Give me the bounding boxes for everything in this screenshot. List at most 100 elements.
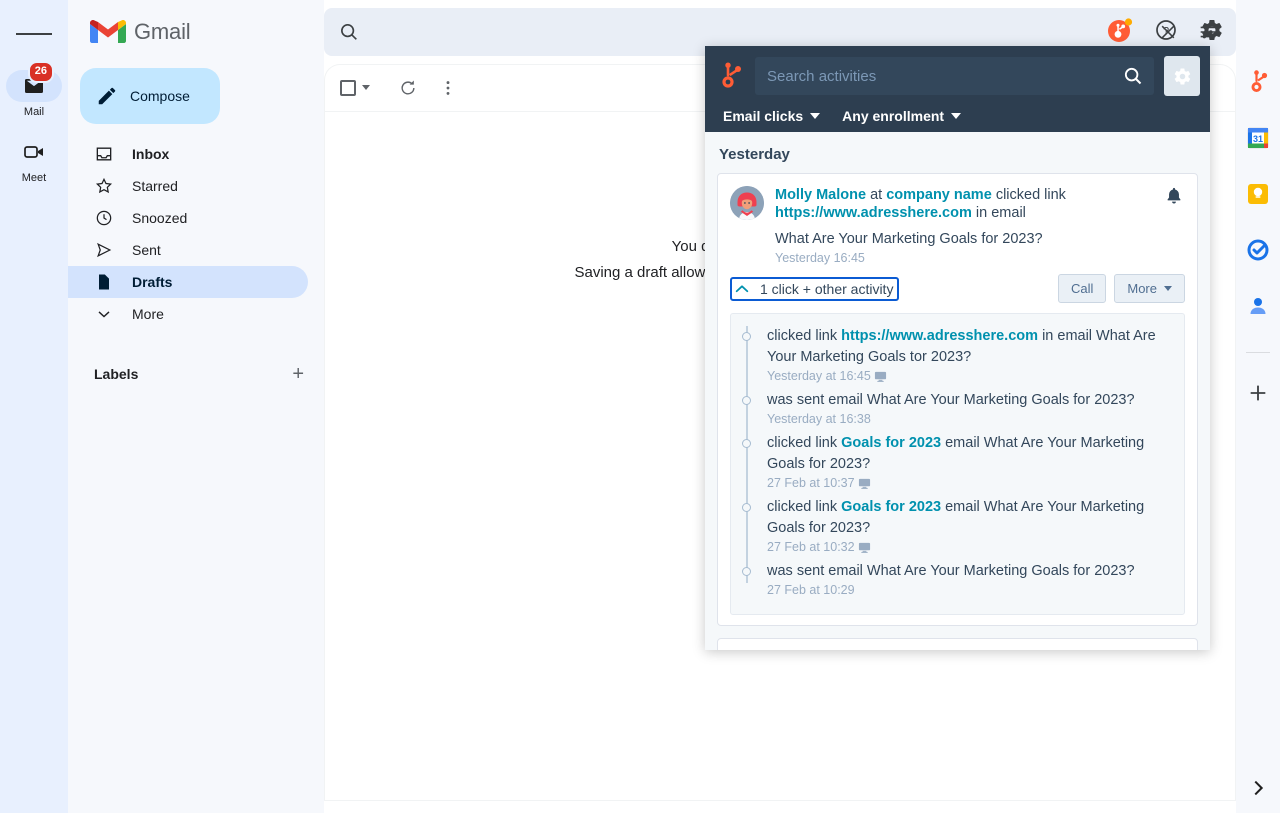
- sidebar-label-starred: Starred: [132, 178, 178, 194]
- activity-card-next-partial[interactable]: [717, 638, 1198, 650]
- sidebar-item-snoozed[interactable]: Snoozed: [68, 202, 308, 234]
- svg-text:?: ?: [1163, 26, 1169, 38]
- rail-app-label-mail: Mail: [23, 106, 45, 118]
- google-top-icons: ?: [1100, 10, 1232, 50]
- video-camera-icon: [24, 146, 43, 158]
- more-button[interactable]: More: [1114, 274, 1185, 303]
- day-group-label: Yesterday: [719, 146, 790, 163]
- timeline-meta: 27 Feb at 10:29: [767, 583, 1174, 597]
- hubspot-settings-button[interactable]: [1164, 56, 1200, 96]
- sidebar-item-more[interactable]: More: [68, 298, 308, 330]
- mail-unread-badge: 26: [27, 61, 54, 83]
- plus-icon[interactable]: +: [292, 364, 304, 384]
- expand-activity-toggle[interactable]: 1 click + other activity: [730, 276, 900, 301]
- filter-email-clicks[interactable]: Email clicks: [723, 108, 821, 124]
- filter-enrollment-label: Any enrollment: [842, 108, 945, 124]
- sidebar-item-drafts[interactable]: Drafts: [68, 266, 308, 298]
- headline-at: at: [870, 187, 883, 203]
- compose-button[interactable]: Compose: [80, 68, 220, 124]
- clock-icon: [96, 210, 112, 226]
- hubspot-sprocket-icon[interactable]: [1244, 68, 1272, 96]
- company-name-link[interactable]: company name: [886, 187, 992, 203]
- call-button[interactable]: Call: [1057, 274, 1107, 303]
- more-vertical-icon: [446, 80, 450, 95]
- select-all-checkbox[interactable]: [340, 79, 370, 96]
- search-input[interactable]: [374, 23, 1148, 41]
- hamburger-menu-icon[interactable]: [16, 16, 52, 52]
- timeline-meta: 27 Feb at 10:32: [767, 540, 1174, 554]
- timeline-link[interactable]: https://www.adresshere.com: [841, 328, 1038, 344]
- activities-search-input[interactable]: [767, 67, 1122, 85]
- sidebar-item-inbox[interactable]: Inbox: [68, 138, 308, 170]
- gmail-brand-text: Gmail: [134, 19, 191, 44]
- timeline-prefix: clicked link: [767, 499, 838, 515]
- contact-name-link[interactable]: Molly Malone: [775, 187, 866, 203]
- pencil-icon: [98, 87, 116, 105]
- search-icon[interactable]: [338, 21, 360, 43]
- svg-text:31: 31: [1253, 134, 1263, 144]
- rail-app-label-meet: Meet: [21, 172, 47, 184]
- timeline-text: was sent email What Are Your Marketing G…: [767, 390, 1174, 411]
- search-icon[interactable]: [1122, 65, 1144, 87]
- sidebar-item-starred[interactable]: Starred: [68, 170, 308, 202]
- more-options-button[interactable]: [428, 68, 468, 108]
- timeline-row: was sent email What Are Your Marketing G…: [741, 561, 1174, 604]
- timeline-text: was sent email What Are Your Marketing G…: [767, 561, 1174, 582]
- hubspot-activity-feed[interactable]: Yesterday Molly Malone at company name c…: [705, 132, 1210, 650]
- sidebar-item-sent[interactable]: Sent: [68, 234, 308, 266]
- expand-activity-label: 1 click + other activity: [760, 280, 894, 297]
- timeline-link[interactable]: Goals for 2023: [841, 435, 941, 451]
- hubspot-filter-row: Email clicks Any enrollment: [715, 96, 1200, 124]
- rail-app-meet[interactable]: Meet: [2, 136, 66, 184]
- settings-button[interactable]: [1192, 10, 1232, 50]
- labels-section-header: Labels +: [68, 354, 324, 394]
- gmail-sidebar: Gmail Compose Inbox Starred Snoozed Sent…: [68, 0, 324, 813]
- activity-timestamp: Yesterday 16:45: [775, 251, 865, 265]
- hubspot-notification-button[interactable]: [1100, 10, 1140, 50]
- compose-label: Compose: [130, 88, 190, 104]
- add-side-panel-app-icon[interactable]: [1244, 379, 1272, 407]
- timeline-row: clicked link Goals for 2023 email What A…: [741, 497, 1174, 567]
- help-button[interactable]: ?: [1146, 10, 1186, 50]
- call-button-label: Call: [1070, 281, 1094, 296]
- timeline-meta: 27 Feb at 10:37: [767, 476, 1174, 490]
- chevron-down-icon: [362, 85, 370, 90]
- google-keep-icon[interactable]: [1244, 180, 1272, 208]
- rail-app-mail[interactable]: 26 Mail: [2, 61, 66, 118]
- desktop-icon: [858, 478, 870, 489]
- clicked-url-link[interactable]: https://www.adresshere.com: [775, 205, 972, 221]
- sidebar-label-snoozed: Snoozed: [132, 210, 188, 226]
- sidebar-label-more: More: [132, 306, 164, 322]
- labels-title: Labels: [94, 366, 139, 382]
- activity-actions: Call More: [1057, 274, 1185, 303]
- timeline-text: clicked link https://www.adresshere.com …: [767, 326, 1174, 368]
- expand-side-panel-button[interactable]: [1236, 777, 1280, 799]
- activity-headline: Molly Malone at company name clicked lin…: [775, 186, 1154, 222]
- headline-in-email: in email: [975, 205, 1026, 221]
- timeline-prefix: clicked link: [767, 435, 838, 451]
- bell-icon[interactable]: [1165, 186, 1185, 265]
- timeline-prefix: was sent email What Are Your Marketing G…: [767, 392, 1135, 408]
- desktop-icon: [874, 371, 886, 382]
- google-tasks-icon[interactable]: [1244, 236, 1272, 264]
- filter-enrollment[interactable]: Any enrollment: [842, 108, 962, 124]
- desktop-icon: [858, 542, 870, 553]
- refresh-button[interactable]: [388, 68, 428, 108]
- timeline-link[interactable]: Goals for 2023: [841, 499, 941, 515]
- google-calendar-icon[interactable]: 31: [1244, 124, 1272, 152]
- timeline-dot: [742, 567, 751, 576]
- chevron-down-icon: [98, 311, 110, 318]
- sidebar-label-sent: Sent: [132, 242, 161, 258]
- timeline-dot: [742, 396, 751, 405]
- google-contacts-icon[interactable]: [1244, 292, 1272, 320]
- timeline-meta-text: 27 Feb at 10:37: [767, 476, 855, 490]
- gmail-nav-list: Inbox Starred Snoozed Sent Drafts More: [68, 138, 324, 330]
- timeline-meta-text: 27 Feb at 10:29: [767, 583, 855, 597]
- avatar: [730, 186, 764, 220]
- chevron-down-icon: [951, 113, 962, 119]
- timeline-dot: [742, 439, 751, 448]
- help-icon: ?: [1156, 20, 1176, 40]
- headline-action: clicked link: [995, 187, 1066, 203]
- gmail-logo[interactable]: Gmail: [68, 0, 324, 64]
- chevron-down-icon: [1164, 286, 1172, 291]
